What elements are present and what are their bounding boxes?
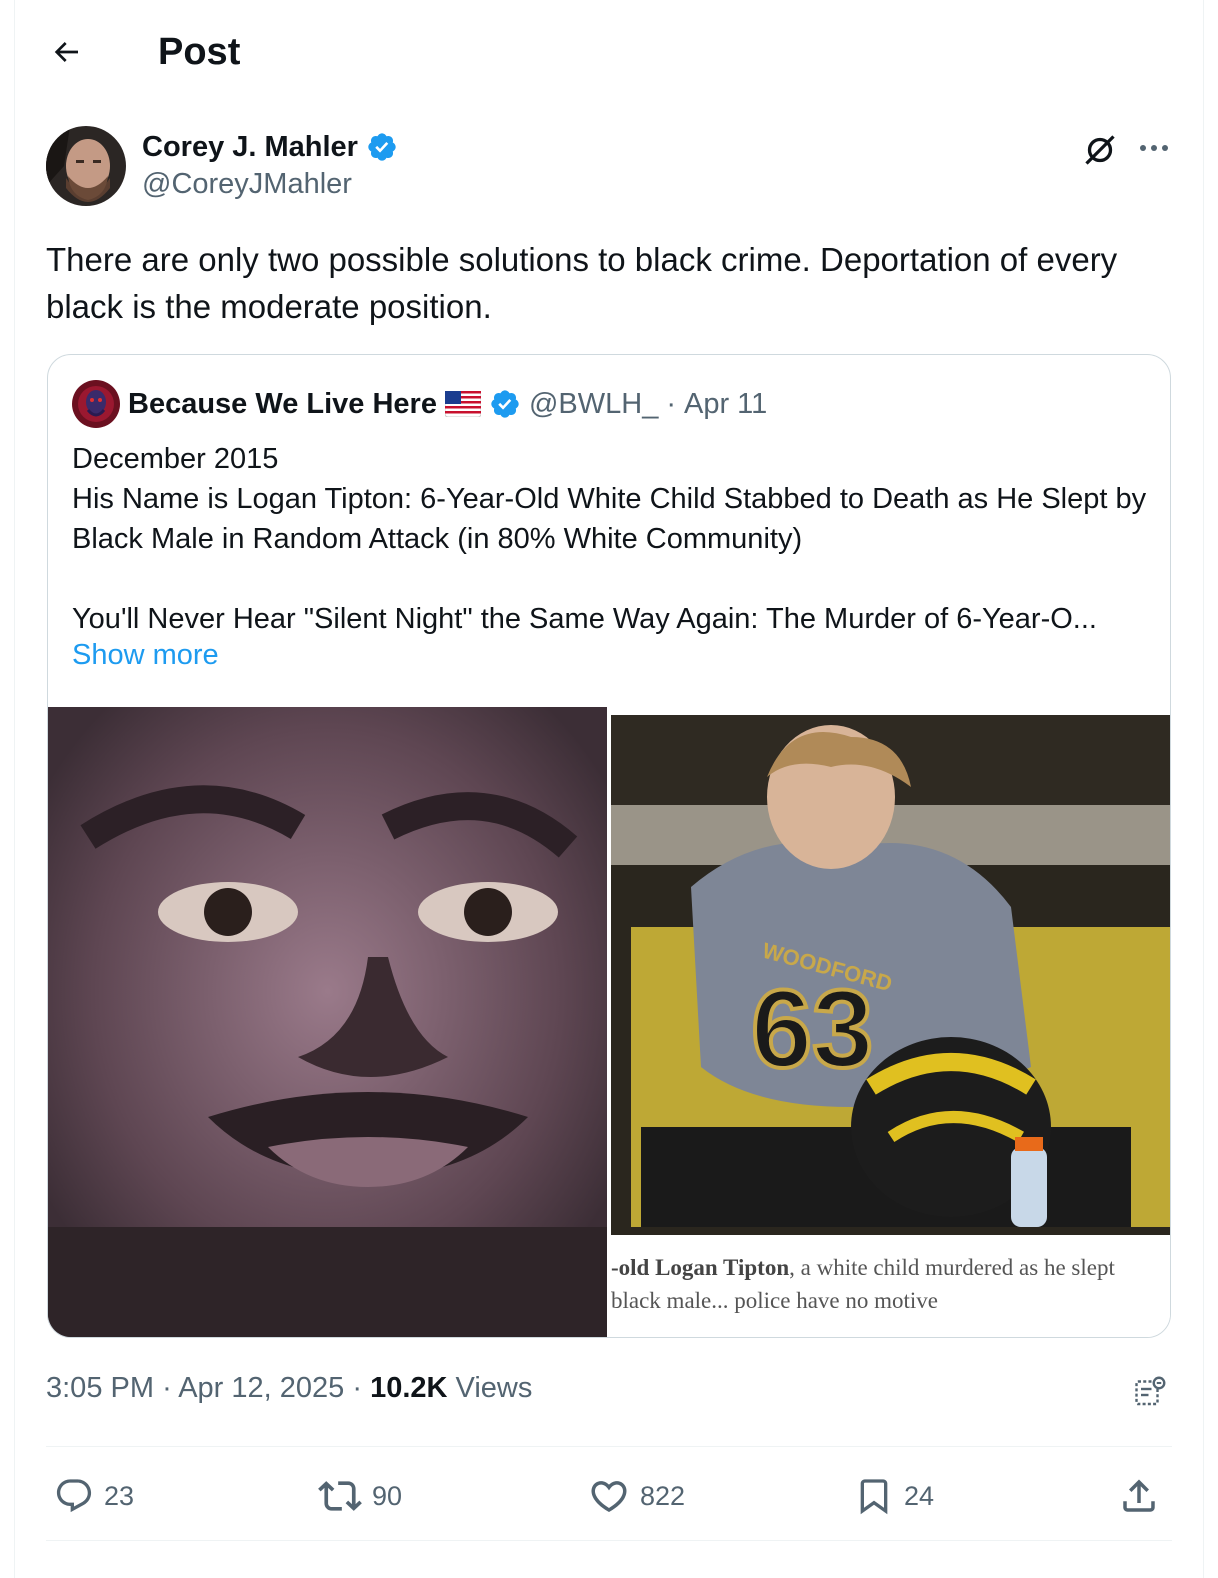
author-avatar[interactable] — [46, 126, 126, 206]
action-bar: 23 90 822 24 — [46, 1470, 1172, 1522]
caption-rest: , a white child murdered as he slept — [789, 1255, 1115, 1280]
post-meta: 3:05 PM · Apr 12, 2025 · 10.2K Views — [46, 1372, 532, 1405]
share-button[interactable] — [1118, 1470, 1160, 1522]
page-title: Post — [158, 31, 241, 73]
reply-icon — [54, 1476, 94, 1516]
post-text: There are only two possible solutions to… — [46, 241, 1118, 325]
reply-count: 23 — [104, 1480, 135, 1511]
caption-line-2: black male... police have no motive — [611, 1288, 938, 1313]
quoted-post[interactable]: Because We Live Here @BWLH_ · Apr 11 Dec… — [47, 354, 1171, 1338]
show-more-link[interactable]: Show more — [72, 635, 219, 675]
author-handle[interactable]: @CoreyJMahler — [142, 168, 352, 201]
post-date[interactable]: Apr 12, 2025 — [178, 1372, 344, 1404]
divider-bottom — [46, 1540, 1172, 1541]
meta-separator-1: · — [162, 1372, 172, 1404]
like-icon — [588, 1475, 630, 1517]
author-name-row: Corey J. Mahler — [142, 126, 398, 168]
repost-count: 90 — [372, 1480, 403, 1511]
caption-bold: -old Logan Tipton — [611, 1255, 790, 1280]
divider-top — [46, 1446, 1172, 1447]
share-icon — [1118, 1475, 1160, 1517]
svg-text:63: 63 — [751, 968, 873, 1091]
grok-button[interactable] — [1078, 128, 1122, 172]
grok-icon — [1082, 132, 1118, 168]
quote-body: December 2015 His Name is Logan Tipton: … — [72, 443, 1147, 635]
back-button[interactable] — [44, 30, 88, 74]
verified-badge-icon[interactable] — [366, 131, 398, 163]
quote-author-name: Because We Live Here — [128, 387, 437, 420]
media-image-mugshot[interactable] — [48, 707, 607, 1337]
quote-author-avatar — [72, 380, 120, 428]
post-time[interactable]: 3:05 PM — [46, 1372, 154, 1404]
reply-button[interactable]: 23 — [54, 1470, 134, 1522]
image-caption: -old Logan Tipton, a white child murdere… — [611, 1251, 1170, 1317]
more-icon — [1139, 144, 1169, 152]
header: Post — [0, 0, 1218, 104]
analytics-icon — [1132, 1374, 1168, 1410]
repost-button[interactable]: 90 — [318, 1470, 402, 1522]
meta-separator-2: · — [352, 1372, 363, 1404]
quote-header: Because We Live Here @BWLH_ · Apr 11 — [72, 379, 767, 429]
caption-line-1: -old Logan Tipton, a white child murdere… — [611, 1251, 1170, 1284]
quote-author-handle: @BWLH_ — [528, 387, 659, 420]
media-image-child-photo[interactable]: WOODFORD 63 -old Logan Tipton, a white c… — [611, 707, 1170, 1337]
views-count: 10.2K — [370, 1372, 448, 1404]
bookmark-button[interactable]: 24 — [854, 1470, 934, 1522]
views-label: Views — [455, 1372, 533, 1404]
author-name[interactable]: Corey J. Mahler — [142, 131, 358, 164]
more-button[interactable] — [1132, 128, 1176, 168]
like-count: 822 — [640, 1480, 686, 1511]
quote-date: Apr 11 — [684, 387, 768, 420]
quote-verified-badge-icon — [489, 388, 521, 420]
like-button[interactable]: 822 — [588, 1470, 685, 1522]
bookmark-count: 24 — [904, 1480, 935, 1511]
flag-emoji — [444, 391, 481, 417]
quote-separator: · — [666, 387, 676, 420]
repost-icon — [318, 1474, 362, 1518]
bookmark-icon — [854, 1476, 894, 1516]
analytics-button[interactable] — [1128, 1370, 1172, 1414]
back-arrow-icon — [50, 36, 82, 68]
